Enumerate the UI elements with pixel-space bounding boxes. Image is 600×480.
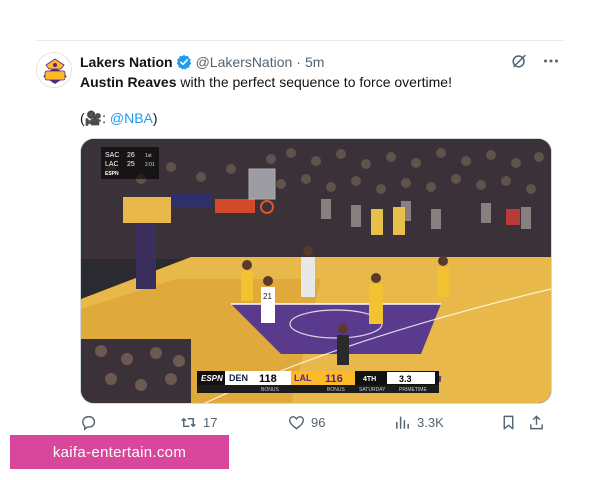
repost-button[interactable]: 17	[180, 414, 217, 431]
separator-dot: ·	[296, 54, 301, 70]
corner-period2: 2:01	[145, 162, 155, 168]
like-button[interactable]: 96	[288, 414, 325, 431]
nba-mention-link[interactable]: @NBA	[110, 110, 153, 126]
credit-colon: :	[102, 110, 110, 126]
watermark-banner: kaifa-entertain.com	[10, 435, 229, 469]
scorebug-clock: 3.3	[399, 374, 412, 384]
scorebug-broadcast: SATURDAY	[359, 387, 386, 393]
scorebug-brand: PRIMETIME	[399, 387, 427, 393]
grok-button[interactable]	[510, 52, 528, 70]
tweet-text-bold: Austin Reaves	[80, 74, 177, 90]
more-icon	[544, 59, 558, 63]
more-options-button[interactable]	[542, 52, 560, 70]
tweet-actions: 17 96 3.3K	[80, 414, 552, 434]
timestamp[interactable]: 5m	[305, 54, 324, 70]
display-name[interactable]: Lakers Nation	[80, 54, 173, 70]
scorebug-quarter: 4TH	[363, 376, 376, 383]
verified-badge-icon	[176, 54, 191, 70]
tweet-credit: (🎥: @NBA)	[80, 109, 158, 127]
video-camera-icon: 🎥	[84, 110, 103, 126]
bookmark-button[interactable]	[500, 414, 517, 431]
scorebug-away-team: DEN	[229, 373, 248, 383]
top-divider	[36, 40, 564, 41]
views-chart-icon	[396, 416, 409, 429]
corner-period1: 1st	[145, 153, 152, 159]
credit-close: )	[152, 110, 158, 126]
corner-score2: 25	[127, 161, 135, 168]
repost-count: 17	[203, 415, 218, 430]
views-button[interactable]: 3.3K	[394, 414, 444, 431]
tweet-text: Austin Reaves with the perfect sequence …	[80, 73, 452, 91]
reply-button[interactable]	[80, 414, 103, 431]
header-actions	[510, 52, 560, 70]
scorebug-home-score: 116	[325, 373, 343, 385]
scorebug-home-status: BONUS	[327, 387, 345, 393]
scorebug: ESPN DEN 118 LAL 116 4TH 3.3 BONUS BONUS…	[197, 371, 439, 393]
view-count: 3.3K	[417, 415, 444, 430]
scorebug-network: ESPN	[201, 374, 223, 383]
corner-score1: 26	[127, 152, 135, 159]
player-number: 21	[263, 292, 272, 301]
heart-icon	[288, 416, 305, 430]
repost-icon	[181, 417, 196, 428]
corner-scoreboard: SAC 26 1st LAC 25 2:01 ESPN	[101, 147, 159, 179]
scorebug-home-team: LAL	[294, 373, 312, 383]
like-count: 96	[311, 415, 326, 430]
corner-team1: SAC	[105, 152, 119, 159]
handle[interactable]: @LakersNation	[196, 54, 293, 70]
grok-icon	[512, 54, 526, 68]
share-icon	[530, 415, 543, 430]
video-media[interactable]: 21 SAC 26 1st LAC 25 2:01 ESPN ESPN DEN	[80, 138, 552, 404]
bookmark-icon	[503, 415, 514, 430]
lakers-logo-icon	[37, 53, 71, 87]
scorebug-away-status: BONUS	[261, 387, 279, 393]
tweet-text-rest: with the perfect sequence to force overt…	[176, 74, 452, 90]
scorebug-away-score: 118	[259, 373, 277, 385]
video-frame: 21 SAC 26 1st LAC 25 2:01 ESPN ESPN DEN	[81, 139, 551, 403]
avatar[interactable]	[36, 52, 72, 88]
reply-icon	[82, 415, 96, 431]
corner-team2: LAC	[105, 161, 119, 168]
corner-network: ESPN	[105, 171, 119, 177]
share-button[interactable]	[528, 414, 545, 431]
tweet-header: Lakers Nation @LakersNation · 5m	[80, 52, 560, 72]
